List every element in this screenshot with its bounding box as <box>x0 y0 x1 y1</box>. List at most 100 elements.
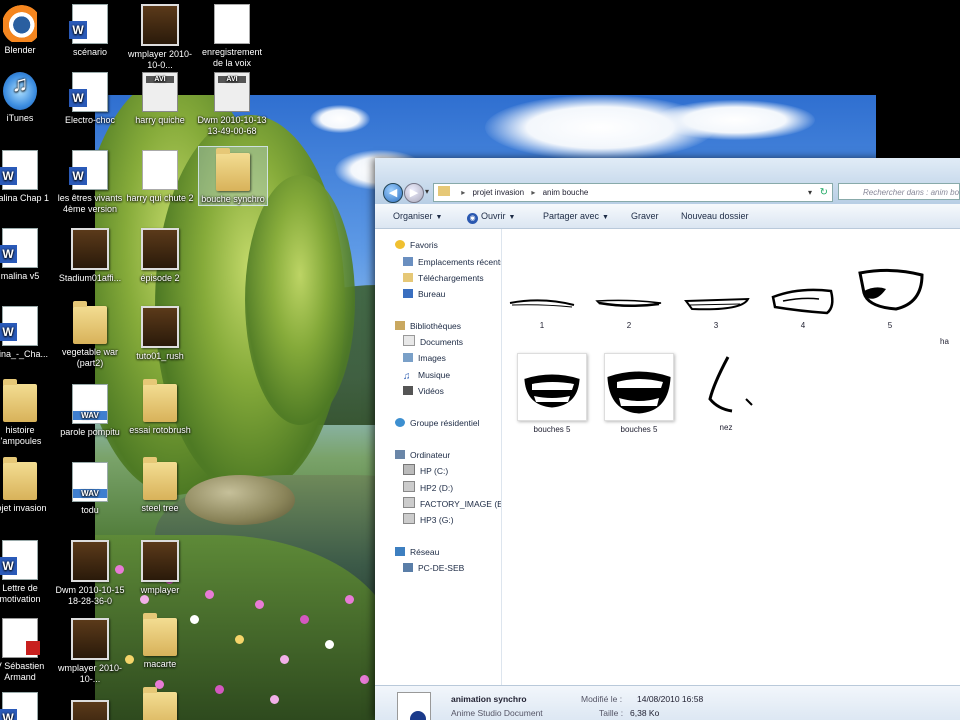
folder-icon <box>143 379 177 422</box>
mouth-drawing-thumbnail <box>595 277 663 317</box>
nav-bureau[interactable]: Bureau <box>403 287 445 301</box>
desktop-icon-wmplayer-1[interactable]: wmplayer 2010-10-0... <box>124 4 196 71</box>
computer-icon <box>395 450 405 459</box>
desktop-icon-vegetable-war[interactable]: vegetable war (part2) <box>54 301 126 369</box>
desktop-icon-macarte[interactable]: macarte <box>124 613 196 670</box>
forward-button[interactable]: ▶ <box>404 183 424 203</box>
nav-ordinateur[interactable]: Ordinateur <box>395 448 450 462</box>
libraries-icon <box>395 321 405 330</box>
explorer-titlebar[interactable]: ◀ ▶ ▾ ▸ projet invasion ▸ anim bouche ▾ … <box>375 158 960 204</box>
desktop-icon-wmplayer-2[interactable]: wmplayer <box>124 540 196 596</box>
file-item-2[interactable]: 2 <box>593 277 665 330</box>
ouvrir-button[interactable]: ◉ Ouvrir ▼ <box>467 204 515 228</box>
desktop-icon-harry-quiche[interactable]: harry quiche <box>124 72 196 126</box>
search-input[interactable]: Rechercher dans : anim bouche <box>838 183 960 200</box>
desktop-icon-scenario[interactable]: scénario <box>54 4 126 58</box>
nav-telechargements[interactable]: Téléchargements <box>403 271 484 285</box>
desktop-icon-blender[interactable]: Blender <box>0 4 56 56</box>
file-item-5[interactable]: 5 <box>854 263 926 330</box>
desktop-icon-parole-pompitu[interactable]: parole pompitu <box>54 384 126 438</box>
video-file-icon <box>141 4 179 46</box>
desktop-icon-label: Lettre de motivation <box>0 583 41 604</box>
word-document-icon <box>0 228 38 268</box>
file-item-ha[interactable]: ha <box>940 333 960 346</box>
desktop-icon-label: scénario <box>72 47 108 57</box>
nouveau-dossier-button[interactable]: Nouveau dossier <box>681 204 749 228</box>
nouveau-dossier-label: Nouveau dossier <box>681 211 749 221</box>
address-bar[interactable]: ▸ projet invasion ▸ anim bouche ▾ ↻ <box>433 183 833 202</box>
nav-favoris[interactable]: Favoris <box>395 238 438 252</box>
file-item-1[interactable]: 1 <box>506 277 578 330</box>
desktop-icon-episode-2[interactable]: épisode 2 <box>124 228 196 284</box>
address-dropdown-icon[interactable]: ▾ <box>808 184 812 201</box>
desktop-icon-alina-chap[interactable]: alina_-_Cha... <box>0 306 56 360</box>
desktop-icon-histoire[interactable]: histoire l'ampoules <box>0 379 56 447</box>
drive-icon <box>403 513 415 524</box>
breadcrumb-segment[interactable]: anim bouche <box>543 188 589 197</box>
file-item-nez[interactable]: nez <box>690 353 762 432</box>
refresh-icon[interactable]: ↻ <box>820 184 828 201</box>
desktop-icon-partial-2[interactable] <box>54 700 126 720</box>
desktop-icon-steel-tree[interactable]: steel tree <box>124 457 196 514</box>
videos-icon <box>403 386 413 395</box>
nav-label: Téléchargements <box>418 273 484 283</box>
desktop-icon-dwm-1[interactable]: Dwm 2010-10-13 13-49-00-68 <box>196 72 268 137</box>
nav-emplacements-recents[interactable]: Emplacements récents <box>403 255 501 269</box>
desktop-icon-partial-3[interactable] <box>124 687 196 720</box>
nav-pc-de-seb[interactable]: PC-DE-SEB <box>403 561 464 575</box>
desktop-icon-bouche-synchro[interactable]: bouche synchro <box>198 146 268 206</box>
nav-reseau[interactable]: Réseau <box>395 545 439 559</box>
mouth-drawing-thumbnail <box>517 353 587 421</box>
nav-groupe-residentiel[interactable]: Groupe résidentiel <box>395 416 479 430</box>
file-item-bouches5-b[interactable]: bouches 5 <box>603 353 675 434</box>
desktop-icon-stadium[interactable]: Stadium01affi... <box>54 228 126 284</box>
desktop-icon-essai-rotobrush[interactable]: essai rotobrush <box>124 379 196 436</box>
desktop-icon-todu[interactable]: todu <box>54 462 126 516</box>
desktop-icon-harry-chute[interactable]: harry qui chute 2 <box>124 150 196 204</box>
folder-icon <box>143 613 177 656</box>
desktop-icon-label: bouche synchro <box>201 194 265 204</box>
nav-label: Bureau <box>418 289 446 299</box>
desktop-icon-malina-chap1[interactable]: malina Chap 1 <box>0 150 56 204</box>
nav-bibliotheques[interactable]: Bibliothèques <box>395 319 461 333</box>
word-document-icon <box>69 4 108 44</box>
desktop-icon-dwm-2[interactable]: Dwm 2010-10-15 18-28-36-0 <box>54 540 126 607</box>
wav-file-icon <box>72 384 108 424</box>
file-item-bouches5-a[interactable]: bouches 5 <box>516 353 588 434</box>
nav-drive-g[interactable]: HP3 (G:) <box>403 513 454 527</box>
anime-studio-document-icon <box>397 692 431 720</box>
desktop-icon-wmplayer-3[interactable]: wmplayer 2010-10-... <box>54 618 126 685</box>
nav-label: HP3 (G:) <box>420 515 454 525</box>
desktop-icon-electro-choc[interactable]: Electro-choc <box>54 72 126 126</box>
desktop-icon-label: histoire l'ampoules <box>0 425 42 446</box>
search-placeholder: Rechercher dans : anim bouche <box>863 188 960 197</box>
nav-label: Vidéos <box>418 386 444 396</box>
folder-icon <box>438 186 450 196</box>
nav-documents[interactable]: Documents <box>403 335 463 349</box>
desktop-icon-tuto01-rush[interactable]: tuto01_rush <box>124 306 196 362</box>
graver-button[interactable]: Graver <box>631 204 659 228</box>
file-item-4[interactable]: 4 <box>767 277 839 330</box>
breadcrumb-segment[interactable]: projet invasion <box>472 188 524 197</box>
nav-drive-d[interactable]: HP2 (D:) <box>403 481 453 495</box>
desktop-icon-itunes[interactable]: iTunes <box>0 72 56 124</box>
desktop-icon-lettre-motivation[interactable]: Lettre de motivation <box>0 540 56 605</box>
desktop-icon-cv-sebastien[interactable]: V Sébastien Armand <box>0 618 56 683</box>
nav-drive-e[interactable]: FACTORY_IMAGE (E:) <box>403 497 501 511</box>
nav-images[interactable]: Images <box>403 351 446 365</box>
desktop-icon-enregistrement[interactable]: enregistrement de la voix <box>196 4 268 69</box>
desktop-icon-projet-invasion[interactable]: rojet invasion <box>0 457 56 514</box>
nav-label: Emplacements récents <box>418 257 501 267</box>
desktop-icon-partial-1[interactable] <box>0 692 56 720</box>
desktop-icon-label: parole pompitu <box>60 427 120 437</box>
file-item-3[interactable]: 3 <box>680 277 752 330</box>
organiser-button[interactable]: Organiser ▼ <box>393 204 442 228</box>
desktop-icon-malina-v5[interactable]: malina v5 <box>0 228 56 282</box>
back-button[interactable]: ◀ <box>383 183 403 203</box>
nav-videos[interactable]: Vidéos <box>403 384 444 398</box>
partager-button[interactable]: Partager avec ▼ <box>543 204 609 228</box>
desktop-icon-etres-vivants[interactable]: les êtres vivants 4ème version <box>54 150 126 215</box>
nav-musique[interactable]: ♫ Musique <box>403 368 450 382</box>
recent-pages-dropdown[interactable]: ▾ <box>425 187 429 196</box>
nav-drive-c[interactable]: HP (C:) <box>403 464 448 478</box>
